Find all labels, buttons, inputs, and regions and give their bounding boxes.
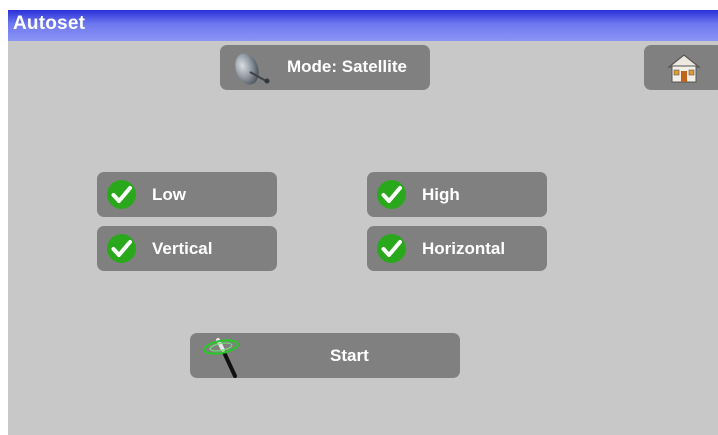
checkmark-icon <box>107 234 136 263</box>
option-high-label: High <box>422 185 460 204</box>
satellite-dish-icon <box>235 53 270 85</box>
page-title: Autoset <box>13 13 86 34</box>
home-button[interactable] <box>644 45 718 90</box>
mode-label: Mode: Satellite <box>287 57 407 76</box>
option-low-label: Low <box>152 185 186 204</box>
title-bar: Autoset <box>8 10 718 41</box>
option-low[interactable]: Low <box>97 172 277 217</box>
home-icon <box>667 54 701 83</box>
option-horizontal[interactable]: Horizontal <box>367 226 547 271</box>
start-button[interactable]: Start <box>190 333 460 378</box>
checkmark-icon <box>377 234 406 263</box>
wand-icon <box>203 338 239 378</box>
start-label: Start <box>330 346 369 365</box>
option-horizontal-label: Horizontal <box>422 239 506 258</box>
option-vertical-label: Vertical <box>152 239 213 258</box>
checkmark-icon <box>377 180 406 209</box>
autoset-screen: Autoset Mode: Satellite Low High Vertica… <box>8 10 718 435</box>
option-vertical[interactable]: Vertical <box>97 226 277 271</box>
option-high[interactable]: High <box>367 172 547 217</box>
checkmark-icon <box>107 180 136 209</box>
mode-button[interactable]: Mode: Satellite <box>220 45 430 90</box>
